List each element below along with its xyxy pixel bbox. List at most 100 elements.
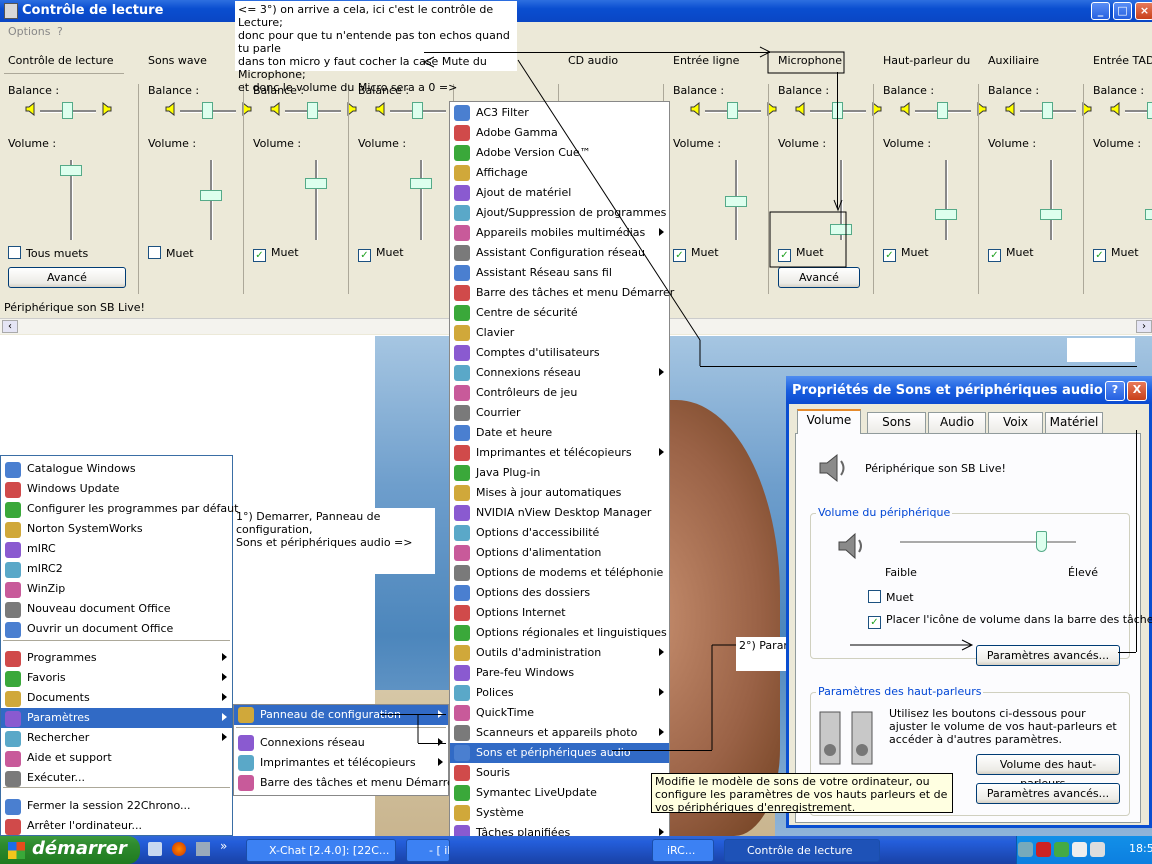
mute-checkbox-box[interactable]: [148, 246, 161, 259]
minimize-icon[interactable]: _: [1091, 2, 1110, 20]
settings-submenu-item[interactable]: Barre des tâches et menu Démarrer: [234, 773, 458, 793]
volume-slider[interactable]: [1145, 209, 1152, 220]
start-menu-item[interactable]: Programmes: [1, 648, 232, 668]
chevron-icon[interactable]: »: [220, 839, 227, 853]
task-window[interactable]: - [ iN...: [406, 839, 450, 862]
mute-checkbox[interactable]: ✓ Muet: [883, 246, 929, 262]
control-panel-item[interactable]: Scanneurs et appareils photo: [450, 723, 669, 743]
control-panel-item[interactable]: Barre des tâches et menu Démarrer: [450, 283, 674, 303]
control-panel-item[interactable]: Adobe Version Cue™: [450, 143, 669, 163]
mixer-title-bar[interactable]: Contrôle de lecture _ □ ×: [0, 0, 1152, 22]
settings-submenu-item[interactable]: Imprimantes et télécopieurs: [234, 753, 448, 773]
menu-options[interactable]: Options: [8, 25, 50, 38]
volume-slider[interactable]: [725, 196, 747, 207]
control-panel-item[interactable]: Options d'alimentation: [450, 543, 669, 563]
firefox-icon[interactable]: [172, 842, 186, 856]
task-playback-control[interactable]: Contrôle de lecture: [724, 839, 880, 862]
mute-checkbox-box[interactable]: ✓: [988, 249, 1001, 262]
control-panel-item[interactable]: Options des dossiers: [450, 583, 669, 603]
control-panel-item[interactable]: Mises à jour automatiques: [450, 483, 669, 503]
control-panel-item[interactable]: Ajout de matériel: [450, 183, 669, 203]
menu-help[interactable]: ?: [57, 25, 63, 38]
start-button[interactable]: démarrer: [0, 836, 140, 864]
control-panel-item[interactable]: Clavier: [450, 323, 669, 343]
speaker-advanced-button[interactable]: Paramètres avancés...: [976, 783, 1120, 804]
scroll-left-icon[interactable]: ‹: [2, 320, 18, 333]
volume-slider[interactable]: [305, 178, 327, 189]
tab-volume[interactable]: Volume: [797, 409, 861, 434]
start-menu-item[interactable]: Documents: [1, 688, 232, 708]
mute-checkbox[interactable]: ✓ Muet: [778, 246, 824, 262]
control-panel-item[interactable]: Date et heure: [450, 423, 669, 443]
start-menu-item[interactable]: Ouvrir un document Office: [1, 619, 232, 639]
control-panel-item[interactable]: Adobe Gamma: [450, 123, 669, 143]
start-menu-item[interactable]: Paramètres: [1, 708, 232, 728]
tray-volume-icon[interactable]: [1072, 842, 1087, 857]
mute-checkbox-box[interactable]: ✓: [883, 249, 896, 262]
balance-slider[interactable]: [1147, 102, 1152, 119]
tray-arrow-icon[interactable]: [1018, 842, 1033, 857]
scroll-right-icon[interactable]: ›: [1136, 320, 1152, 333]
tab-audio[interactable]: Audio: [928, 412, 986, 433]
task-irc[interactable]: iRC...: [652, 839, 714, 862]
mute-checkbox-box[interactable]: [868, 590, 881, 603]
volume-slider[interactable]: [1040, 209, 1062, 220]
mute-checkbox-box[interactable]: ✓: [1093, 249, 1106, 262]
volume-slider[interactable]: [410, 178, 432, 189]
settings-submenu-item[interactable]: Connexions réseau: [234, 733, 448, 753]
control-panel-item[interactable]: Ajout/Suppression de programmes: [450, 203, 669, 223]
tray-antivirus-icon[interactable]: [1036, 842, 1051, 857]
tray-hand-icon[interactable]: [1090, 842, 1105, 857]
mute-checkbox-box[interactable]: ✓: [358, 249, 371, 262]
start-menu-item[interactable]: Nouveau document Office: [1, 599, 232, 619]
advanced-button[interactable]: Avancé: [778, 267, 860, 288]
control-panel-item[interactable]: QuickTime: [450, 703, 669, 723]
control-panel-item[interactable]: Comptes d'utilisateurs: [450, 343, 669, 363]
mute-checkbox-box[interactable]: ✓: [253, 249, 266, 262]
start-menu-item[interactable]: Exécuter...: [1, 768, 232, 788]
start-menu-item[interactable]: Aide et support: [1, 748, 232, 768]
start-menu-item[interactable]: Rechercher: [1, 728, 232, 748]
control-panel-item[interactable]: Imprimantes et télécopieurs: [450, 443, 669, 463]
help-icon[interactable]: ?: [1105, 381, 1125, 401]
device-volume-slider[interactable]: [1035, 531, 1047, 552]
mute-checkbox[interactable]: Muet: [148, 246, 194, 260]
control-panel-item[interactable]: Affichage: [450, 163, 669, 183]
tab-voix[interactable]: Voix: [988, 412, 1043, 433]
start-menu-item[interactable]: WinZip: [1, 579, 232, 599]
mute-checkbox[interactable]: ✓ Muet: [988, 246, 1034, 262]
balance-slider[interactable]: [202, 102, 213, 119]
start-menu-item[interactable]: mIRC2: [1, 559, 232, 579]
mute-checkbox[interactable]: Muet: [868, 590, 914, 604]
mute-checkbox[interactable]: ✓ Muet: [358, 246, 404, 262]
control-panel-item[interactable]: Connexions réseau: [450, 363, 669, 383]
tab-matériel[interactable]: Matériel: [1045, 412, 1103, 433]
start-menu-item[interactable]: Norton SystemWorks: [1, 519, 232, 539]
close-icon[interactable]: ×: [1135, 2, 1152, 20]
mute-checkbox-box[interactable]: ✓: [673, 249, 686, 262]
tray-network-icon[interactable]: [1054, 842, 1069, 857]
control-panel-item[interactable]: Options régionales et linguistiques: [450, 623, 669, 643]
control-panel-item[interactable]: Appareils mobiles multimédias: [450, 223, 669, 243]
control-panel-item[interactable]: Options de modems et téléphonie: [450, 563, 669, 583]
control-panel-item[interactable]: AC3 Filter: [450, 103, 669, 123]
start-menu-item[interactable]: Windows Update: [1, 479, 232, 499]
balance-slider[interactable]: [1042, 102, 1053, 119]
start-menu-item[interactable]: Catalogue Windows: [1, 459, 232, 479]
control-panel-item[interactable]: Outils d'administration: [450, 643, 669, 663]
balance-slider[interactable]: [412, 102, 423, 119]
mute-checkbox[interactable]: ✓ Muet: [673, 246, 719, 262]
control-panel-item[interactable]: Java Plug-in: [450, 463, 669, 483]
mute-checkbox-box[interactable]: ✓: [778, 249, 791, 262]
volume-slider[interactable]: [830, 224, 852, 235]
mute-checkbox[interactable]: Tous muets: [8, 246, 88, 260]
volume-slider[interactable]: [200, 190, 222, 201]
advanced-settings-button[interactable]: Paramètres avancés...: [976, 645, 1120, 666]
start-menu-item[interactable]: Fermer la session 22Chrono...: [1, 796, 232, 816]
control-panel-item[interactable]: Souris: [450, 763, 669, 783]
advanced-button[interactable]: Avancé: [8, 267, 126, 288]
control-panel-item[interactable]: Contrôleurs de jeu: [450, 383, 669, 403]
control-panel-item[interactable]: Sons et périphériques audio: [450, 743, 669, 763]
control-panel-item[interactable]: Options d'accessibilité: [450, 523, 669, 543]
start-menu-item[interactable]: Configurer les programmes par défaut: [1, 499, 238, 519]
